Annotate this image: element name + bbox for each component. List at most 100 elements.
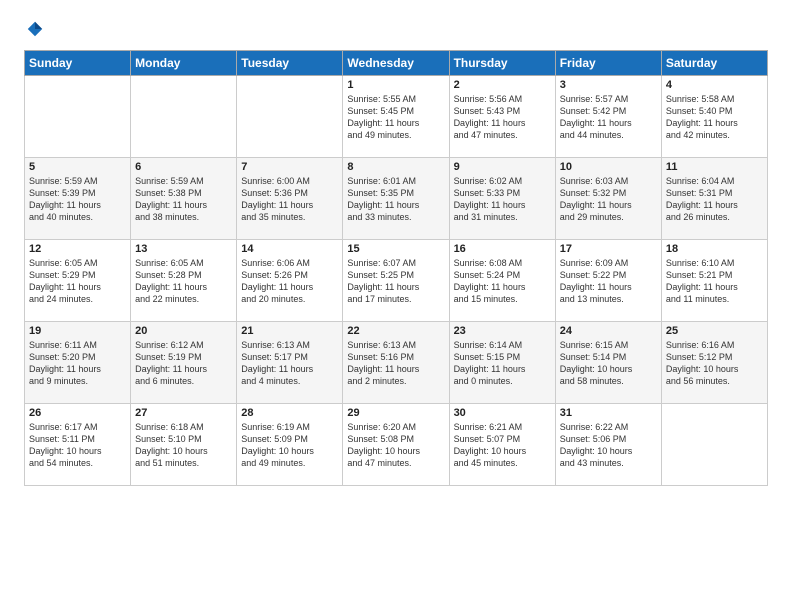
calendar-day-29: 29 Sunrise: 6:20 AM Sunset: 5:08 PM Dayli… bbox=[343, 404, 449, 486]
day-info: Sunrise: 6:05 AM Sunset: 5:29 PM Dayligh… bbox=[29, 257, 126, 306]
calendar-day-23: 23 Sunrise: 6:14 AM Sunset: 5:15 PM Dayli… bbox=[449, 322, 555, 404]
day-number: 14 bbox=[241, 243, 338, 255]
day-number: 19 bbox=[29, 325, 126, 337]
day-number: 9 bbox=[454, 161, 551, 173]
calendar-empty-cell bbox=[131, 76, 237, 158]
calendar-day-14: 14 Sunrise: 6:06 AM Sunset: 5:26 PM Dayli… bbox=[237, 240, 343, 322]
calendar-week-1: 1Sunrise: 5:55 AM Sunset: 5:45 PM Daylig… bbox=[25, 76, 768, 158]
day-number: 24 bbox=[560, 325, 657, 337]
calendar-day-28: 28Sunrise: 6:19 AM Sunset: 5:09 PM Dayli… bbox=[237, 404, 343, 486]
day-info: Sunrise: 6:00 AM Sunset: 5:36 PM Dayligh… bbox=[241, 175, 338, 224]
day-number: 16 bbox=[454, 243, 551, 255]
calendar-day-4: 4Sunrise: 5:58 AM Sunset: 5:40 PM Daylig… bbox=[661, 76, 767, 158]
day-number: 6 bbox=[135, 161, 232, 173]
day-number: 7 bbox=[241, 161, 338, 173]
day-info: Sunrise: 6:14 AM Sunset: 5:15 PM Dayligh… bbox=[454, 339, 551, 388]
calendar-empty-cell bbox=[237, 76, 343, 158]
day-info: Sunrise: 5:59 AM Sunset: 5:39 PM Dayligh… bbox=[29, 175, 126, 224]
day-number: 30 bbox=[454, 407, 551, 419]
day-number: 23 bbox=[454, 325, 551, 337]
calendar-day-16: 16 Sunrise: 6:08 AM Sunset: 5:24 PM Dayli… bbox=[449, 240, 555, 322]
day-info: Sunrise: 6:18 AM Sunset: 5:10 PM Dayligh… bbox=[135, 421, 232, 470]
day-number: 10 bbox=[560, 161, 657, 173]
calendar-week-5: 26 Sunrise: 6:17 AM Sunset: 5:11 PM Dayli… bbox=[25, 404, 768, 486]
calendar-day-2: 2 Sunrise: 5:56 AM Sunset: 5:43 PM Daylig… bbox=[449, 76, 555, 158]
day-info: Sunrise: 6:01 AM Sunset: 5:35 PM Dayligh… bbox=[347, 175, 444, 224]
header bbox=[24, 20, 768, 38]
calendar-day-24: 24 Sunrise: 6:15 AM Sunset: 5:14 PM Dayli… bbox=[555, 322, 661, 404]
calendar-day-17: 17Sunrise: 6:09 AM Sunset: 5:22 PM Dayli… bbox=[555, 240, 661, 322]
calendar-day-11: 11Sunrise: 6:04 AM Sunset: 5:31 PM Dayli… bbox=[661, 158, 767, 240]
day-info: Sunrise: 6:15 AM Sunset: 5:14 PM Dayligh… bbox=[560, 339, 657, 388]
calendar-day-20: 20 Sunrise: 6:12 AM Sunset: 5:19 PM Dayli… bbox=[131, 322, 237, 404]
day-number: 21 bbox=[241, 325, 338, 337]
day-number: 29 bbox=[347, 407, 444, 419]
logo-icon bbox=[26, 20, 44, 38]
day-info: Sunrise: 6:08 AM Sunset: 5:24 PM Dayligh… bbox=[454, 257, 551, 306]
day-info: Sunrise: 5:57 AM Sunset: 5:42 PM Dayligh… bbox=[560, 93, 657, 142]
calendar-day-18: 18 Sunrise: 6:10 AM Sunset: 5:21 PM Dayli… bbox=[661, 240, 767, 322]
calendar-day-7: 7 Sunrise: 6:00 AM Sunset: 5:36 PM Daylig… bbox=[237, 158, 343, 240]
day-number: 3 bbox=[560, 79, 657, 91]
day-info: Sunrise: 6:17 AM Sunset: 5:11 PM Dayligh… bbox=[29, 421, 126, 470]
page: SundayMondayTuesdayWednesdayThursdayFrid… bbox=[0, 0, 792, 612]
calendar-day-22: 22 Sunrise: 6:13 AM Sunset: 5:16 PM Dayli… bbox=[343, 322, 449, 404]
day-info: Sunrise: 6:16 AM Sunset: 5:12 PM Dayligh… bbox=[666, 339, 763, 388]
day-number: 27 bbox=[135, 407, 232, 419]
day-info: Sunrise: 5:56 AM Sunset: 5:43 PM Dayligh… bbox=[454, 93, 551, 142]
calendar-day-30: 30 Sunrise: 6:21 AM Sunset: 5:07 PM Dayli… bbox=[449, 404, 555, 486]
day-info: Sunrise: 6:02 AM Sunset: 5:33 PM Dayligh… bbox=[454, 175, 551, 224]
day-number: 1 bbox=[347, 79, 444, 91]
day-info: Sunrise: 6:13 AM Sunset: 5:17 PM Dayligh… bbox=[241, 339, 338, 388]
day-info: Sunrise: 6:22 AM Sunset: 5:06 PM Dayligh… bbox=[560, 421, 657, 470]
day-info: Sunrise: 6:11 AM Sunset: 5:20 PM Dayligh… bbox=[29, 339, 126, 388]
calendar-table: SundayMondayTuesdayWednesdayThursdayFrid… bbox=[24, 50, 768, 486]
day-number: 26 bbox=[29, 407, 126, 419]
day-number: 22 bbox=[347, 325, 444, 337]
day-number: 18 bbox=[666, 243, 763, 255]
day-number: 13 bbox=[135, 243, 232, 255]
day-number: 31 bbox=[560, 407, 657, 419]
day-info: Sunrise: 6:09 AM Sunset: 5:22 PM Dayligh… bbox=[560, 257, 657, 306]
day-info: Sunrise: 6:12 AM Sunset: 5:19 PM Dayligh… bbox=[135, 339, 232, 388]
calendar-header-tuesday: Tuesday bbox=[237, 51, 343, 76]
calendar-header-row: SundayMondayTuesdayWednesdayThursdayFrid… bbox=[25, 51, 768, 76]
day-number: 8 bbox=[347, 161, 444, 173]
calendar-week-4: 19 Sunrise: 6:11 AM Sunset: 5:20 PM Dayli… bbox=[25, 322, 768, 404]
day-number: 2 bbox=[454, 79, 551, 91]
calendar-week-3: 12Sunrise: 6:05 AM Sunset: 5:29 PM Dayli… bbox=[25, 240, 768, 322]
calendar-day-25: 25 Sunrise: 6:16 AM Sunset: 5:12 PM Dayli… bbox=[661, 322, 767, 404]
day-info: Sunrise: 6:06 AM Sunset: 5:26 PM Dayligh… bbox=[241, 257, 338, 306]
calendar-header-saturday: Saturday bbox=[661, 51, 767, 76]
day-info: Sunrise: 6:10 AM Sunset: 5:21 PM Dayligh… bbox=[666, 257, 763, 306]
calendar-header-wednesday: Wednesday bbox=[343, 51, 449, 76]
logo bbox=[24, 20, 44, 38]
calendar-day-26: 26 Sunrise: 6:17 AM Sunset: 5:11 PM Dayli… bbox=[25, 404, 131, 486]
calendar-day-19: 19 Sunrise: 6:11 AM Sunset: 5:20 PM Dayli… bbox=[25, 322, 131, 404]
calendar-day-9: 9 Sunrise: 6:02 AM Sunset: 5:33 PM Daylig… bbox=[449, 158, 555, 240]
day-number: 25 bbox=[666, 325, 763, 337]
day-info: Sunrise: 6:04 AM Sunset: 5:31 PM Dayligh… bbox=[666, 175, 763, 224]
calendar-day-27: 27 Sunrise: 6:18 AM Sunset: 5:10 PM Dayli… bbox=[131, 404, 237, 486]
day-info: Sunrise: 6:03 AM Sunset: 5:32 PM Dayligh… bbox=[560, 175, 657, 224]
calendar-header-thursday: Thursday bbox=[449, 51, 555, 76]
calendar-day-21: 21 Sunrise: 6:13 AM Sunset: 5:17 PM Dayli… bbox=[237, 322, 343, 404]
calendar-day-15: 15 Sunrise: 6:07 AM Sunset: 5:25 PM Dayli… bbox=[343, 240, 449, 322]
calendar-day-3: 3 Sunrise: 5:57 AM Sunset: 5:42 PM Daylig… bbox=[555, 76, 661, 158]
calendar-day-10: 10 Sunrise: 6:03 AM Sunset: 5:32 PM Dayli… bbox=[555, 158, 661, 240]
calendar-header-friday: Friday bbox=[555, 51, 661, 76]
calendar-week-2: 5 Sunrise: 5:59 AM Sunset: 5:39 PM Daylig… bbox=[25, 158, 768, 240]
calendar-day-1: 1Sunrise: 5:55 AM Sunset: 5:45 PM Daylig… bbox=[343, 76, 449, 158]
calendar-header-monday: Monday bbox=[131, 51, 237, 76]
day-info: Sunrise: 6:13 AM Sunset: 5:16 PM Dayligh… bbox=[347, 339, 444, 388]
day-info: Sunrise: 6:07 AM Sunset: 5:25 PM Dayligh… bbox=[347, 257, 444, 306]
day-number: 5 bbox=[29, 161, 126, 173]
calendar-day-8: 8 Sunrise: 6:01 AM Sunset: 5:35 PM Daylig… bbox=[343, 158, 449, 240]
day-info: Sunrise: 6:21 AM Sunset: 5:07 PM Dayligh… bbox=[454, 421, 551, 470]
day-number: 15 bbox=[347, 243, 444, 255]
day-number: 20 bbox=[135, 325, 232, 337]
day-info: Sunrise: 5:59 AM Sunset: 5:38 PM Dayligh… bbox=[135, 175, 232, 224]
calendar-header-sunday: Sunday bbox=[25, 51, 131, 76]
day-info: Sunrise: 6:20 AM Sunset: 5:08 PM Dayligh… bbox=[347, 421, 444, 470]
calendar-day-13: 13Sunrise: 6:05 AM Sunset: 5:28 PM Dayli… bbox=[131, 240, 237, 322]
